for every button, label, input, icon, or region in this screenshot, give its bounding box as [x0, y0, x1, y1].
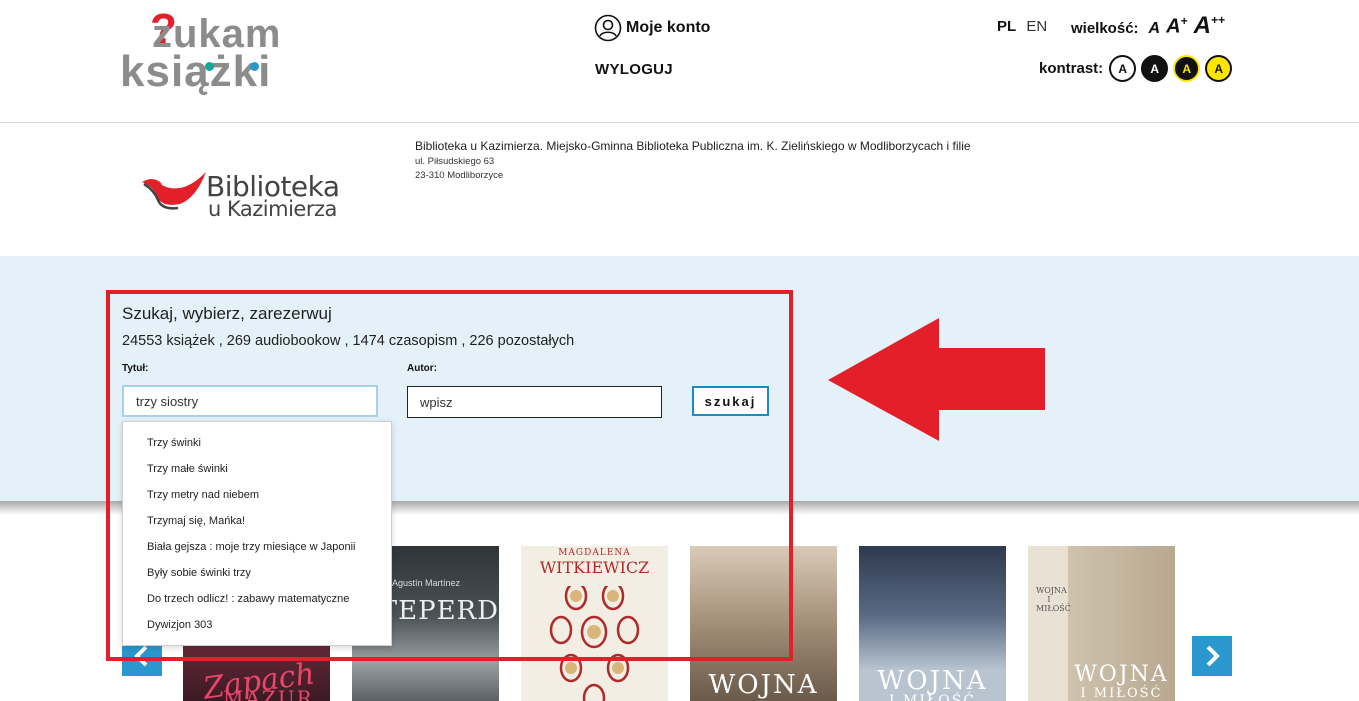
site-header: ? zukam książki Moje konto WYLOGUJ PL EN… [0, 0, 1359, 123]
book-spine-text: WOJNA I MIŁOŚĆ [1036, 586, 1071, 613]
author-field-label: Autor: [407, 363, 437, 374]
red-arrow-left-icon [828, 318, 1045, 441]
book-title-text: I MIŁOŚĆ [889, 693, 976, 701]
book-swoosh-icon [142, 172, 206, 210]
search-title: Szukaj, wybierz, zarezerwuj [122, 304, 332, 323]
library-name: Biblioteka u Kazimierza. Miejsko-Gminna … [415, 139, 971, 153]
book-title-text: WOJNA [1074, 662, 1169, 687]
title-search-input[interactable]: trzy siostry [122, 385, 378, 417]
catalog-counts: 24553 książek , 269 audiobookow , 1474 c… [122, 333, 575, 349]
suggestion-item[interactable]: Do trzech odlicz! : zabawy matematyczne [147, 593, 349, 605]
logo-dot-teal [205, 62, 214, 71]
library-address: Biblioteka u Kazimierza. Miejsko-Gminna … [415, 139, 971, 181]
search-button[interactable]: szukaj [692, 386, 769, 416]
suggestion-item[interactable]: Były sobie świnki trzy [147, 567, 251, 579]
suggestion-item[interactable]: Trzy małe świnki [147, 463, 228, 475]
book-cover[interactable]: MAGDALENA WITKIEWICZ [521, 546, 668, 701]
library-info-band: Biblioteka u Kazimierza Biblioteka u Kaz… [0, 124, 1359, 256]
lang-en[interactable]: EN [1026, 18, 1047, 35]
user-icon [594, 14, 622, 42]
font-size-xlarge-glyph: A [1193, 12, 1211, 39]
book-cover[interactable]: WOJNA I MIŁOŚĆ [859, 546, 1006, 701]
logout-link[interactable]: WYLOGUJ [595, 61, 673, 78]
contrast-switcher: kontrast: A A A A [1039, 55, 1233, 82]
suggestion-item[interactable]: Trzy świnki [147, 437, 201, 449]
carousel-next-button[interactable] [1192, 636, 1232, 676]
font-size-xlarge[interactable]: A++ [1194, 12, 1225, 40]
book-title-text: MAZUR [223, 686, 314, 701]
book-author-text: Agustín Martínez [392, 578, 461, 588]
book-title-text: WOJNA [877, 666, 988, 696]
book-title-text: WOJNA [708, 670, 819, 700]
chevron-right-icon [1206, 645, 1220, 667]
logo-word-bottom: książki [120, 47, 272, 96]
font-size-switcher: wielkość: A A+ A++ [1071, 12, 1225, 40]
lang-pl[interactable]: PL [997, 18, 1016, 35]
font-size-label: wielkość: [1071, 20, 1139, 37]
library-logo-line2: u Kazimierza [208, 197, 337, 221]
suggestion-item[interactable]: Trzymaj się, Mańka! [147, 515, 245, 527]
book-cover[interactable]: WOJNA [690, 546, 837, 701]
title-field-label: Tytuł: [122, 363, 149, 374]
language-switcher: PL EN [997, 18, 1047, 35]
library-logo[interactable]: Biblioteka u Kazimierza [140, 164, 360, 224]
book-title-text: I MIŁOŚĆ [1080, 686, 1163, 701]
library-street: ul. Piłsudskiego 63 [415, 156, 495, 167]
title-autocomplete-dropdown: Trzy świnki Trzy małe świnki Trzy metry … [122, 421, 392, 646]
contrast-label: kontrast: [1039, 60, 1104, 77]
contrast-black-button[interactable]: A [1141, 55, 1169, 82]
logo-dot-blue [250, 62, 259, 71]
library-city: 23-310 Modliborzyce [415, 170, 504, 181]
my-account-label: Moje konto [626, 19, 711, 36]
font-size-large[interactable]: A+ [1166, 14, 1187, 39]
contrast-white-button[interactable]: A [1109, 55, 1137, 82]
font-size-normal[interactable]: A [1149, 20, 1161, 38]
font-size-xlarge-sup: ++ [1210, 13, 1225, 27]
suggestion-item[interactable]: Biała gejsza : moje trzy miesiące w Japo… [147, 541, 355, 553]
font-size-normal-glyph: A [1148, 20, 1161, 37]
book-author-text: MAGDALENA [558, 548, 631, 558]
font-size-large-sup: + [1180, 14, 1188, 29]
book-title-text: WITKIEWICZ [539, 558, 650, 577]
suggestion-item[interactable]: Trzy metry nad niebem [147, 489, 259, 501]
szukam-ksiazki-logo[interactable]: ? zukam książki [120, 8, 315, 100]
chevron-left-icon [134, 645, 148, 667]
ornament-wreath-image [549, 586, 640, 701]
my-account-link[interactable]: Moje konto [594, 14, 710, 42]
author-search-input[interactable]: wpisz [407, 386, 662, 418]
font-size-large-glyph: A [1166, 16, 1181, 38]
contrast-yellow-button[interactable]: A [1205, 55, 1233, 82]
suggestion-item[interactable]: Dywizjon 303 [147, 619, 212, 631]
contrast-black-yellow-button[interactable]: A [1173, 55, 1201, 82]
book-cover[interactable]: WOJNA I MIŁOŚĆ WOJNA I MIŁOŚĆ [1028, 546, 1175, 701]
